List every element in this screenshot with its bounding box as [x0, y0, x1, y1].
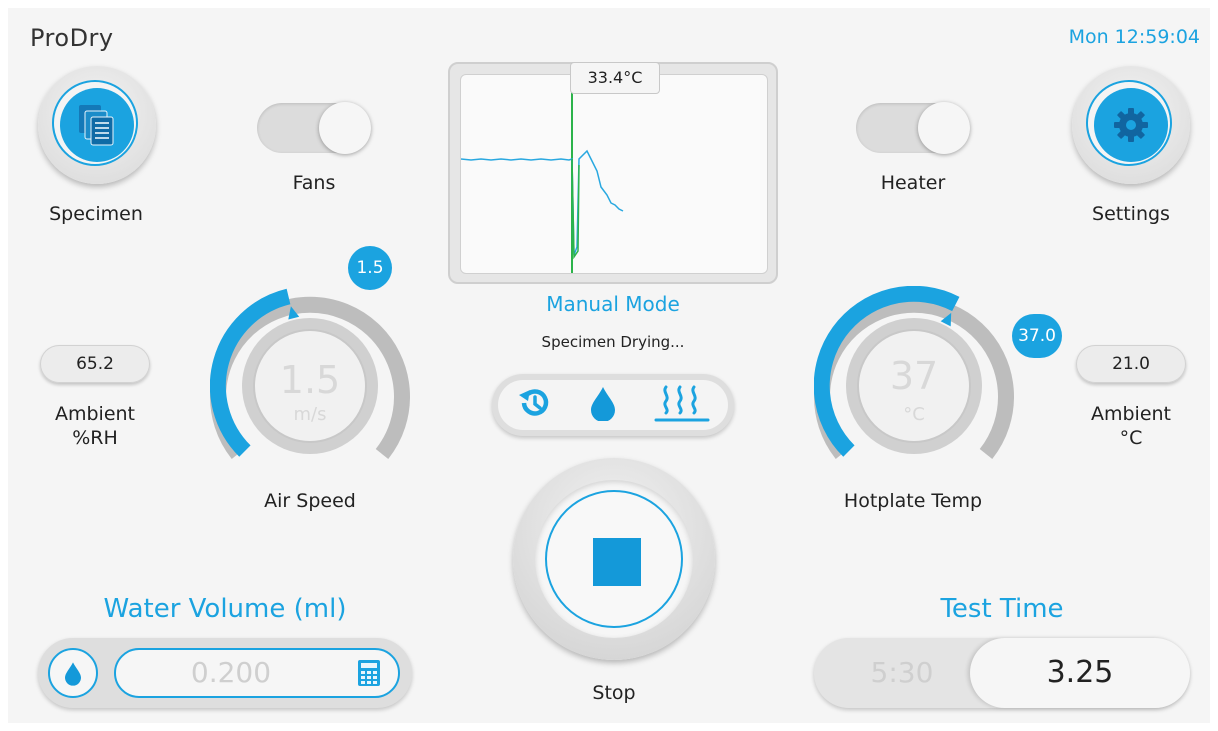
heater-toggle-knob	[918, 102, 970, 154]
hotplate-setpoint: 37.0	[1012, 314, 1062, 358]
stop-button[interactable]	[513, 458, 715, 660]
ambient-c-value: 21.0	[1076, 345, 1186, 383]
settings-button[interactable]	[1072, 66, 1190, 184]
documents-icon	[60, 88, 134, 162]
air-speed-label: Air Speed	[264, 490, 356, 512]
ambient-c-label: Ambient °C	[1066, 402, 1196, 450]
graph-trace	[460, 75, 624, 273]
heater-label: Heater	[880, 172, 946, 194]
ambient-c-label-line2: °C	[1119, 427, 1143, 449]
temperature-graph: 33.4°C	[448, 62, 778, 284]
specimen-label: Specimen	[49, 203, 143, 225]
stop-button-ring	[545, 490, 683, 628]
water-volume-value: 0.200	[190, 656, 272, 689]
graph-plot	[460, 74, 768, 274]
fans-toggle-knob	[319, 102, 371, 154]
stop-label: Stop	[592, 682, 636, 704]
temperature-trace	[460, 149, 624, 256]
air-speed-value: 1.5	[279, 358, 341, 402]
graph-readout: 33.4°C	[570, 62, 660, 94]
heat-waves-icon[interactable]	[654, 383, 710, 427]
test-time-set-value[interactable]: 5:30	[814, 638, 990, 708]
hotplate-label: Hotplate Temp	[843, 490, 983, 512]
ambient-c-label-line1: Ambient	[1090, 403, 1172, 425]
stop-icon	[593, 538, 641, 586]
water-volume-input[interactable]: 0.200	[114, 648, 400, 698]
status-text: Specimen Drying...	[541, 333, 685, 351]
hotplate-value: 37	[889, 354, 939, 398]
stop-button-face	[535, 480, 693, 638]
mode-label: Manual Mode	[546, 292, 680, 316]
gear-icon	[1094, 88, 1168, 162]
water-volume-title: Water Volume (ml)	[103, 594, 347, 624]
ambient-rh-value: 65.2	[40, 345, 150, 383]
test-time-title: Test Time	[940, 594, 1064, 624]
timer-reset-icon[interactable]	[516, 385, 552, 425]
ambient-rh-label-line1: Ambient	[54, 403, 136, 425]
ambient-rh-label-line2: %RH	[72, 427, 118, 449]
test-time-control[interactable]: 5:30 3.25	[814, 638, 1190, 708]
ambient-rh-label: Ambient %RH	[30, 402, 160, 450]
test-time-elapsed: 3.25	[970, 638, 1190, 708]
heater-toggle[interactable]	[856, 102, 970, 154]
hotplate-unit: °C	[903, 404, 925, 425]
mode-icon-bar	[492, 374, 734, 436]
air-speed-unit: m/s	[293, 404, 327, 425]
fans-label: Fans	[292, 172, 336, 194]
water-drop-icon[interactable]	[48, 648, 98, 698]
app-title: ProDry	[30, 24, 114, 52]
specimen-button[interactable]	[38, 66, 156, 184]
water-drop-icon[interactable]	[588, 385, 618, 425]
fans-toggle[interactable]	[257, 102, 371, 154]
water-volume-control: 0.200	[38, 638, 412, 708]
settings-label: Settings	[1092, 203, 1170, 225]
air-speed-setpoint: 1.5	[348, 246, 392, 290]
clock: Mon 12:59:04	[1068, 26, 1200, 48]
calculator-icon[interactable]	[358, 660, 380, 690]
